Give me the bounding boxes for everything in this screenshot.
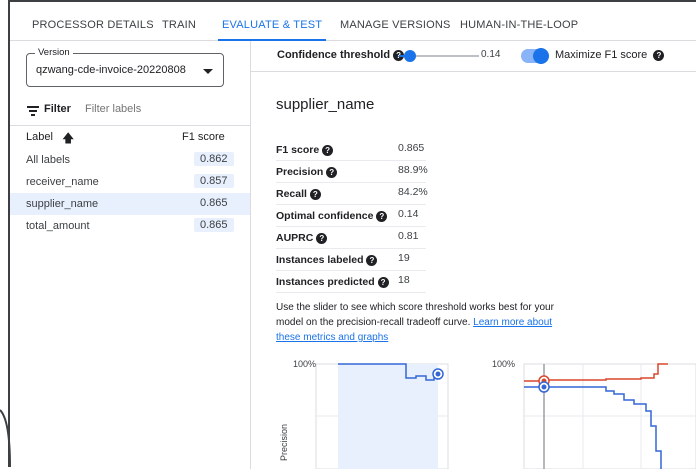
precision-chart: 100% Precision (279, 359, 449, 469)
metric-value: 0.81 (398, 230, 419, 242)
label-row-receiver-name[interactable]: receiver_name 0.857 (10, 171, 250, 193)
maximize-f1-toggle[interactable] (521, 48, 549, 64)
description: Use the slider to see which score thresh… (276, 300, 576, 345)
f1-column-header[interactable]: F1 score (182, 131, 225, 143)
slider-thumb[interactable] (404, 50, 417, 62)
app-frame: PROCESSOR DETAILS TRAIN EVALUATE & TEST … (8, 0, 696, 469)
label-f1-value: 0.857 (194, 174, 234, 188)
metric-row: F1 score ? 0.865 (276, 138, 426, 161)
label-name: supplier_name (26, 198, 99, 210)
metric-key: Optimal confidence ? (276, 210, 388, 222)
label-row-all-labels[interactable]: All labels 0.862 (10, 149, 250, 171)
threshold-region (338, 364, 438, 469)
metric-row: Instances labeled ? 19 (276, 248, 426, 271)
recall-marker-dot (541, 384, 547, 390)
toggle-knob (533, 48, 549, 64)
tab-human-in-the-loop[interactable]: HUMAN-IN-THE-LOOP (460, 10, 578, 40)
threshold-chart: 100% (492, 359, 696, 469)
threshold-y-top-label: 100% (492, 359, 515, 369)
metric-row: Instances predicted ? 18 (276, 270, 426, 293)
confidence-value: 0.14 (481, 49, 501, 60)
label-table-header: Label 🡅 F1 score (10, 127, 250, 147)
arrow-up-icon[interactable]: 🡅 (62, 129, 74, 150)
label-f1-value: 0.862 (194, 152, 234, 166)
precision-axis-label: Precision (279, 424, 289, 461)
metric-row: AUPRC ? 0.81 (276, 226, 426, 249)
metric-key: Instances predicted ? (276, 276, 389, 288)
decorative-curve (0, 409, 11, 467)
tab-manage-versions[interactable]: MANAGE VERSIONS (340, 10, 451, 40)
version-label: Version (35, 47, 73, 58)
metric-key: F1 score ? (276, 144, 334, 156)
metric-key: AUPRC ? (276, 232, 328, 244)
metric-key: Recall ? (276, 188, 321, 200)
curve-marker-dot (435, 371, 441, 377)
metric-key: Precision ? (276, 166, 338, 178)
tab-bar: PROCESSOR DETAILS TRAIN EVALUATE & TEST … (10, 10, 696, 41)
label-name: receiver_name (26, 176, 99, 188)
filter-label: Filter (44, 103, 71, 115)
metric-row: Precision ? 88.9% (276, 160, 428, 183)
metric-row: Recall ? 84.2% (276, 182, 428, 205)
confidence-threshold-text: Confidence threshold (277, 49, 391, 61)
help-icon[interactable]: ? (653, 49, 665, 61)
filter-input[interactable] (85, 103, 225, 115)
version-select[interactable]: Version qzwang-cde-invoice-20220808 (26, 47, 224, 87)
entity-title: supplier_name (276, 96, 375, 113)
label-f1-value: 0.865 (194, 218, 234, 232)
chevron-down-icon (203, 69, 213, 74)
help-icon[interactable]: ? (322, 144, 334, 156)
tab-evaluate-test[interactable]: EVALUATE & TEST (217, 10, 327, 41)
precision-y-top-label: 100% (293, 359, 316, 369)
metric-row: Optimal confidence ? 0.14 (276, 204, 426, 227)
confidence-slider[interactable] (399, 50, 479, 62)
label-row-supplier-name[interactable]: supplier_name 0.865 (10, 193, 250, 215)
filter-icon[interactable] (27, 106, 39, 116)
label-column-header[interactable]: Label (26, 131, 53, 143)
metric-value: 0.14 (398, 208, 419, 220)
metric-value: 0.865 (398, 142, 425, 154)
label-row-total-amount[interactable]: total_amount 0.865 (10, 215, 250, 237)
version-value: qzwang-cde-invoice-20220808 (36, 64, 186, 76)
help-icon[interactable]: ? (309, 188, 321, 200)
metric-key: Instances labeled ? (276, 254, 378, 266)
metric-value: 84.2% (398, 186, 428, 198)
metric-value: 88.9% (398, 164, 428, 176)
label-name: All labels (26, 154, 71, 166)
help-icon[interactable]: ? (366, 254, 378, 266)
label-f1-value: 0.865 (194, 196, 234, 210)
confidence-bar: Confidence threshold ? 0.14 Maximize F1 … (251, 41, 696, 72)
metric-value: 18 (398, 274, 410, 286)
detail-panel: Confidence threshold ? 0.14 Maximize F1 … (251, 41, 696, 469)
confidence-threshold-label: Confidence threshold ? (277, 49, 405, 61)
label-name: total_amount (26, 220, 90, 232)
help-icon[interactable]: ? (316, 232, 328, 244)
maximize-f1-label: Maximize F1 score ? (555, 49, 665, 61)
maximize-f1-text: Maximize F1 score (555, 49, 648, 61)
help-icon[interactable]: ? (326, 166, 338, 178)
help-icon[interactable]: ? (376, 210, 388, 222)
filter-bar: Filter (10, 95, 250, 126)
metric-value: 19 (398, 252, 410, 264)
help-icon[interactable]: ? (377, 276, 389, 288)
label-sidebar: Version qzwang-cde-invoice-20220808 Filt… (10, 41, 251, 469)
tab-processor-details[interactable]: PROCESSOR DETAILS (32, 10, 154, 40)
tab-train[interactable]: TRAIN (162, 10, 196, 40)
